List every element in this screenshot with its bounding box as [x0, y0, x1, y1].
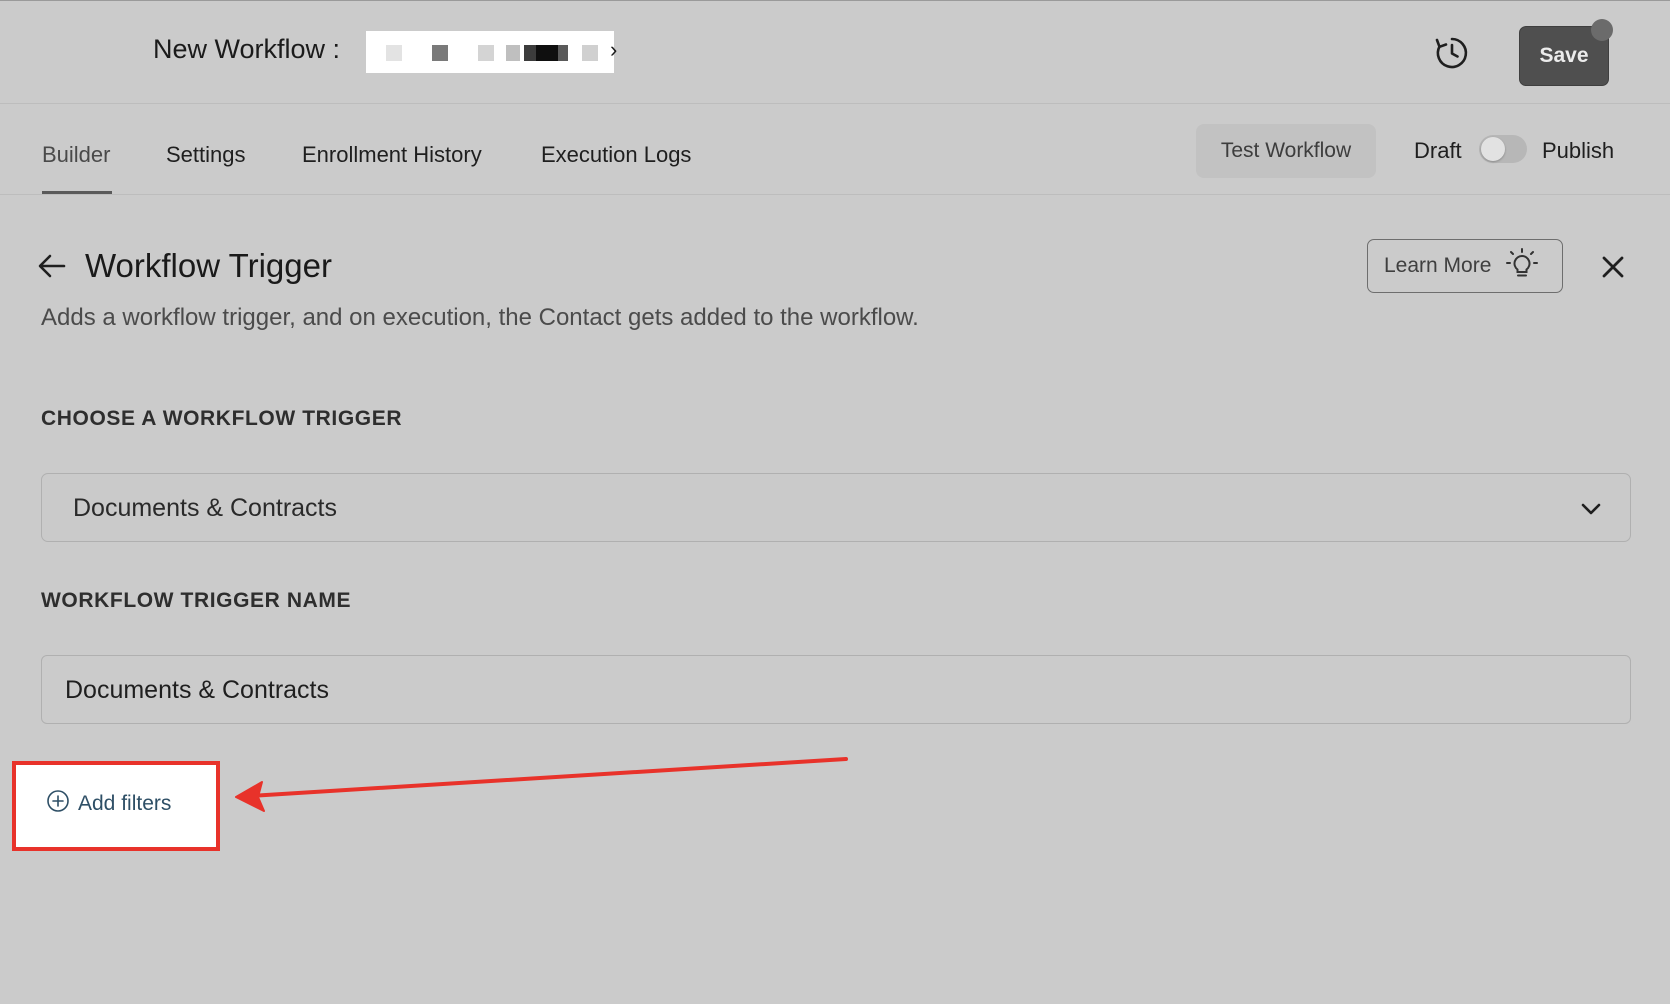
- test-workflow-button[interactable]: Test Workflow: [1196, 124, 1376, 178]
- learn-more-label: Learn More: [1384, 254, 1492, 277]
- add-filters-label: Add filters: [78, 791, 172, 815]
- chevron-down-icon: [1580, 498, 1602, 520]
- workflow-header: New Workflow : › Save: [0, 0, 1670, 104]
- annotation-highlight-box: Add filters: [12, 761, 220, 851]
- plus-circle-icon: [46, 789, 70, 818]
- workflow-name-redacted[interactable]: [366, 31, 614, 73]
- add-filters-button[interactable]: Add filters: [46, 789, 171, 818]
- tab-execution-logs[interactable]: Execution Logs: [541, 142, 691, 168]
- close-icon[interactable]: [1599, 253, 1627, 281]
- draft-label: Draft: [1414, 138, 1462, 163]
- workflow-title: New Workflow :: [153, 34, 341, 64]
- trigger-name-input[interactable]: Documents & Contracts: [41, 655, 1631, 724]
- tab-enrollment-history[interactable]: Enrollment History: [302, 142, 482, 168]
- back-arrow-icon[interactable]: [36, 250, 68, 282]
- tab-settings[interactable]: Settings: [166, 142, 246, 168]
- active-tab-underline: [42, 191, 112, 194]
- tab-builder[interactable]: Builder: [42, 142, 110, 168]
- trigger-name-section-label: WORKFLOW TRIGGER NAME: [41, 589, 352, 612]
- unsaved-indicator-dot: [1591, 19, 1613, 41]
- panel-title: Workflow Trigger: [85, 247, 332, 284]
- edit-name-chevron-icon[interactable]: ›: [610, 37, 617, 63]
- trigger-name-value: Documents & Contracts: [65, 676, 329, 704]
- lightbulb-icon: [1505, 247, 1539, 286]
- publish-toggle[interactable]: [1479, 135, 1527, 163]
- learn-more-button[interactable]: Learn More: [1367, 239, 1563, 293]
- toggle-knob: [1481, 137, 1505, 161]
- trigger-select-value: Documents & Contracts: [73, 494, 337, 522]
- publish-label: Publish: [1542, 138, 1615, 163]
- workflow-tabs-bar: Builder Settings Enrollment History Exec…: [0, 104, 1670, 195]
- trigger-section-label: CHOOSE A WORKFLOW TRIGGER: [41, 407, 403, 430]
- trigger-select[interactable]: Documents & Contracts: [41, 473, 1631, 542]
- panel-description: Adds a workflow trigger, and on executio…: [41, 304, 919, 331]
- history-icon[interactable]: [1433, 34, 1471, 72]
